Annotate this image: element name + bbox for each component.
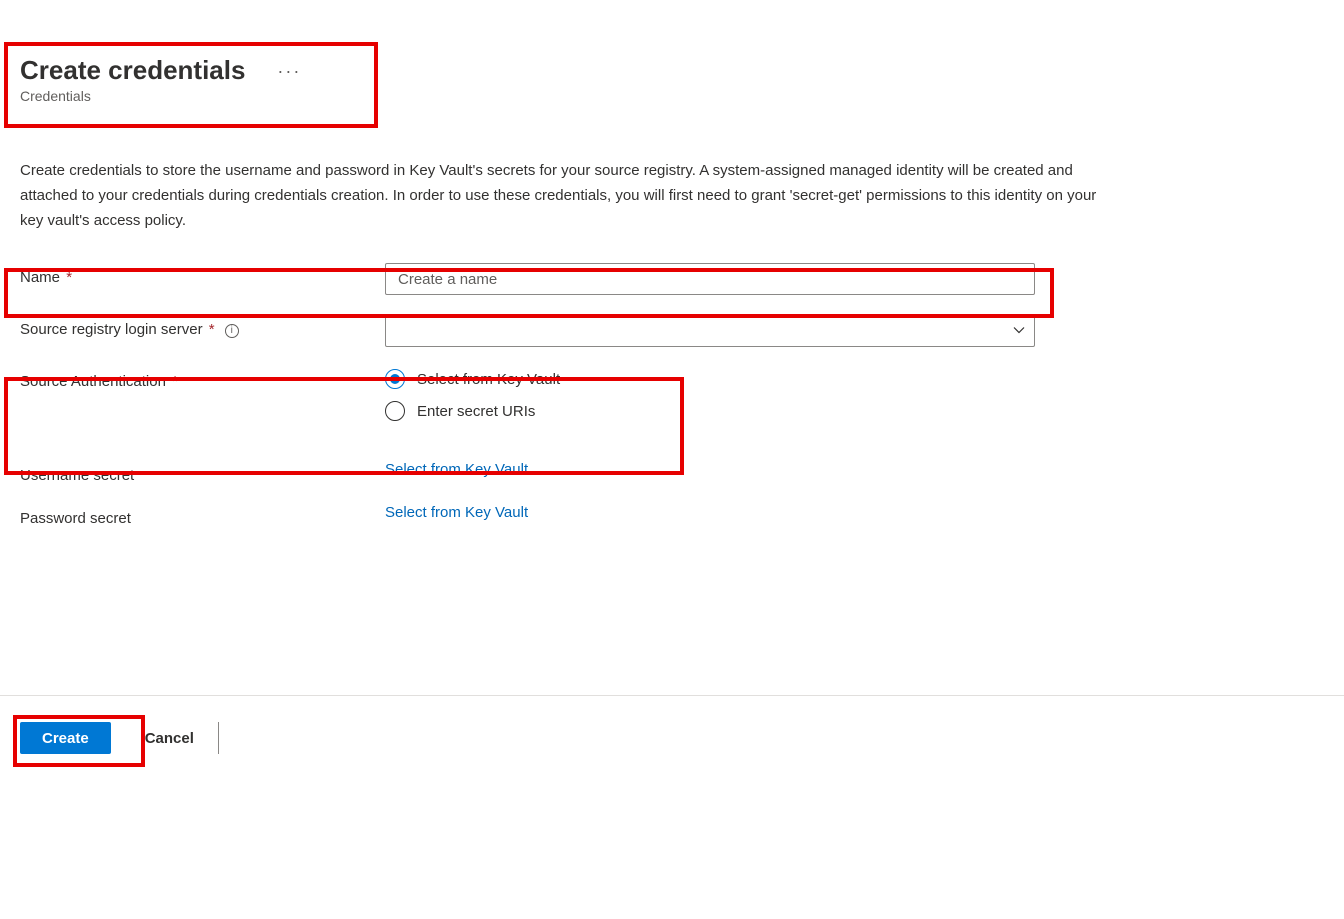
required-asterisk: * — [209, 321, 215, 338]
page-subtitle: Credentials — [20, 88, 1324, 104]
source-auth-label: Source Authentication — [20, 373, 166, 390]
page-title: Create credentials — [20, 55, 245, 86]
radio-enter-secret-uris[interactable]: Enter secret URIs — [385, 401, 1035, 421]
name-label: Name — [20, 269, 60, 286]
username-secret-link[interactable]: Select from Key Vault — [385, 459, 528, 478]
password-secret-label: Password secret — [20, 510, 131, 527]
more-actions-icon[interactable]: ··· — [277, 61, 301, 82]
source-registry-label: Source registry login server — [20, 321, 203, 338]
password-secret-link[interactable]: Select from Key Vault — [385, 502, 528, 521]
radio-select-key-vault[interactable]: Select from Key Vault — [385, 369, 1035, 389]
info-icon[interactable]: i — [225, 324, 239, 338]
required-asterisk: * — [66, 269, 72, 286]
page-description: Create credentials to store the username… — [0, 114, 1130, 243]
radio-label: Select from Key Vault — [417, 371, 560, 388]
radio-icon — [385, 369, 405, 389]
source-auth-radio-group: Select from Key Vault Enter secret URIs — [385, 367, 1035, 421]
create-button[interactable]: Create — [20, 722, 111, 754]
radio-label: Enter secret URIs — [417, 403, 535, 420]
cancel-button[interactable]: Cancel — [121, 722, 219, 754]
required-asterisk: * — [172, 373, 178, 390]
footer-divider — [0, 695, 1344, 696]
radio-icon — [385, 401, 405, 421]
name-input[interactable] — [385, 263, 1035, 295]
username-secret-label: Username secret — [20, 467, 134, 484]
source-registry-dropdown[interactable] — [385, 315, 1035, 347]
